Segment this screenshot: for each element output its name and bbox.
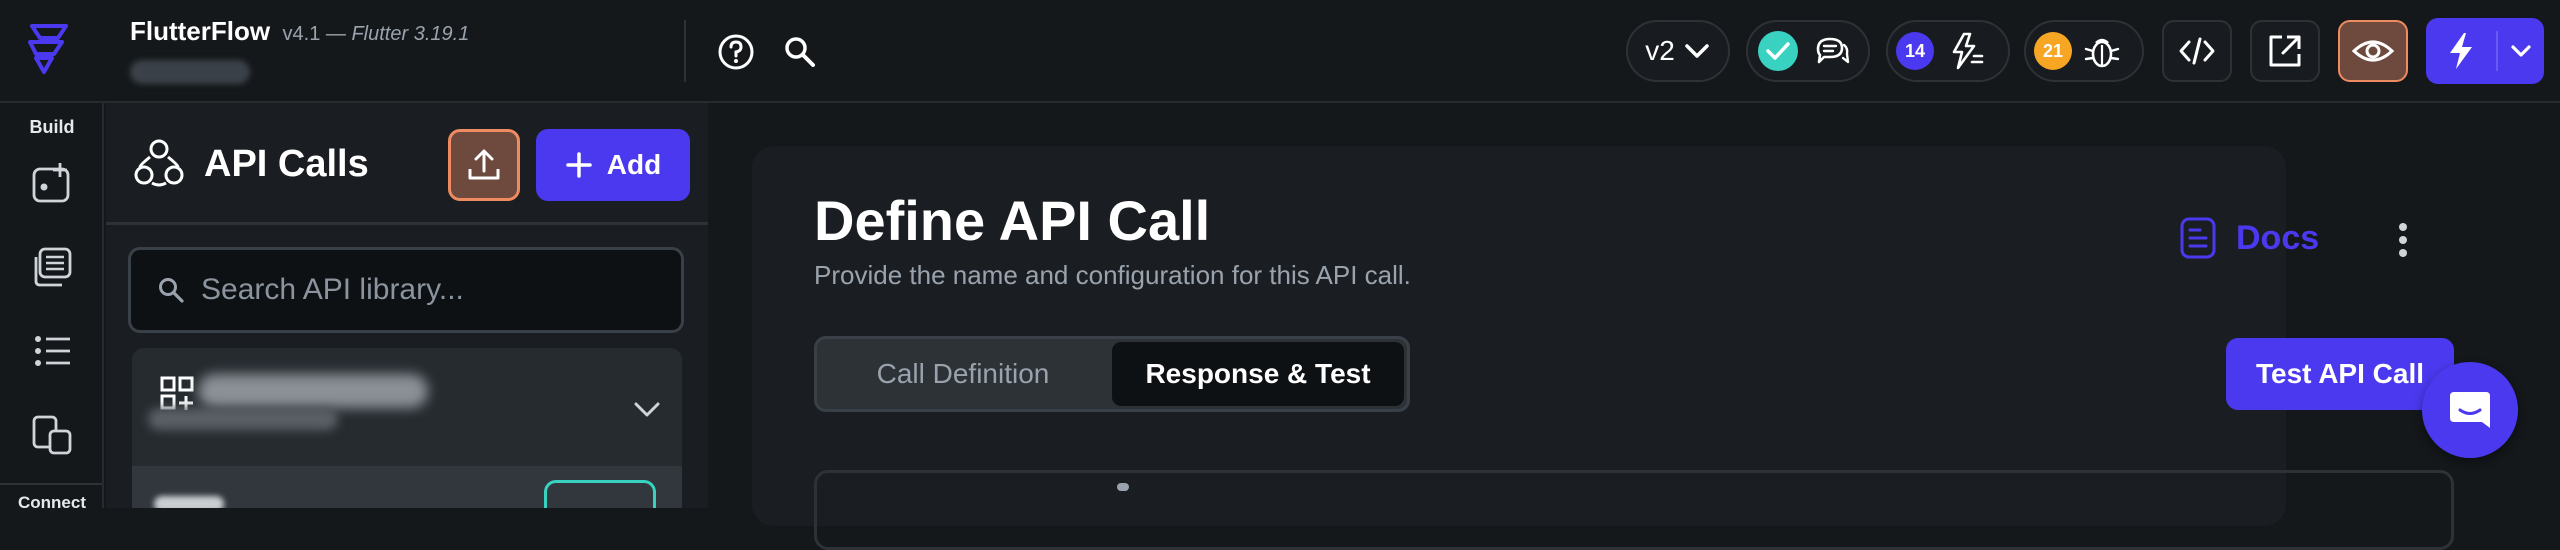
docs-label: Docs — [2236, 218, 2320, 257]
group-subtitle-redacted — [148, 408, 338, 430]
add-widget-icon[interactable] — [28, 159, 76, 207]
tab-call-definition[interactable]: Call Definition — [817, 339, 1109, 409]
open-in-new-icon — [2265, 31, 2305, 71]
panel-header: API Calls Add — [106, 103, 708, 225]
run-button[interactable] — [2426, 18, 2544, 84]
status-comments-button[interactable] — [1746, 20, 1870, 82]
flutterflow-logo-icon[interactable] — [22, 20, 82, 80]
pages-icon[interactable] — [28, 243, 76, 291]
rail-section-build: Build — [29, 117, 75, 137]
bug-icon — [2082, 31, 2122, 71]
eye-icon — [2351, 29, 2395, 73]
comments-icon — [1812, 31, 1852, 71]
docs-button[interactable]: Docs — [2178, 216, 2319, 260]
chevron-down-icon[interactable] — [632, 394, 662, 424]
qr-grid-add-icon — [160, 376, 196, 412]
top-bar: FlutterFlow v4.1 — Flutter 3.19.1 v2 14 … — [0, 0, 2560, 103]
add-button-label: Add — [606, 149, 662, 180]
devices-icon[interactable] — [28, 411, 76, 459]
rail-section-connect: Connect — [18, 493, 86, 512]
app-version: v4.1 — Flutter 3.19.1 — [283, 23, 470, 45]
project-title: FlutterFlow v4.1 — Flutter 3.19.1 — [130, 16, 469, 47]
tab-response-and-test[interactable]: Response & Test — [1112, 342, 1404, 406]
preview-button[interactable] — [2338, 20, 2408, 82]
panel-title: API Calls — [204, 143, 369, 185]
api-group-card[interactable] — [132, 348, 682, 508]
api-call-name-redacted — [154, 496, 224, 508]
support-chat-button[interactable] — [2422, 362, 2518, 458]
document-icon — [2178, 216, 2218, 260]
list-icon[interactable] — [28, 327, 76, 375]
view-code-button[interactable] — [2162, 20, 2232, 82]
flutter-version: Flutter 3.19.1 — [351, 23, 470, 45]
divider — [684, 20, 686, 82]
version-select[interactable]: v2 — [1626, 20, 1730, 82]
api-call-tabs: Call Definition Response & Test — [814, 336, 1410, 412]
api-hub-icon — [132, 137, 186, 191]
version-select-value: v2 — [1645, 35, 1675, 66]
define-api-call-card: Define API Call Provide the name and con… — [752, 146, 2454, 550]
divider — [0, 483, 102, 485]
open-external-button[interactable] — [2250, 20, 2320, 82]
project-name-redacted — [130, 60, 250, 84]
group-name-redacted — [198, 374, 428, 408]
add-api-call-button[interactable]: Add — [536, 129, 690, 201]
page-subtitle: Provide the name and configuration for t… — [814, 260, 1411, 290]
code-icon — [2177, 31, 2217, 71]
list-item[interactable] — [132, 466, 682, 508]
api-calls-panel: API Calls Add — [106, 103, 708, 508]
api-call-tag[interactable] — [544, 480, 656, 508]
left-navigation-rail: Build Connect — [0, 103, 104, 512]
upload-button[interactable] — [448, 129, 520, 201]
lightning-icon — [2426, 31, 2496, 71]
check-circle-icon — [1756, 29, 1800, 73]
plus-icon — [565, 151, 593, 179]
loading-indicator — [1117, 483, 1129, 491]
debug-button[interactable]: 21 — [2024, 20, 2144, 82]
test-api-call-button[interactable]: Test API Call — [2226, 338, 2454, 410]
help-icon[interactable] — [714, 30, 758, 74]
search-input[interactable] — [199, 272, 643, 308]
chevron-down-icon[interactable] — [2498, 39, 2544, 63]
search-icon[interactable] — [778, 30, 822, 74]
upload-icon — [466, 147, 502, 183]
chat-icon — [2446, 386, 2494, 434]
search-icon — [157, 276, 185, 304]
response-test-section — [814, 470, 2454, 550]
issues-button[interactable]: 14 — [1886, 20, 2010, 82]
app-name: FlutterFlow — [130, 16, 271, 46]
version-text: v4.1 — — [282, 23, 346, 45]
chevron-down-icon — [1683, 37, 1711, 65]
bugs-count-badge: 21 — [2034, 32, 2072, 70]
more-options-icon[interactable] — [2388, 218, 2418, 262]
lightning-list-icon — [1944, 30, 1986, 72]
api-library-search[interactable] — [128, 247, 684, 333]
issues-count-badge: 14 — [1896, 32, 1934, 70]
page-title: Define API Call — [814, 189, 1211, 252]
